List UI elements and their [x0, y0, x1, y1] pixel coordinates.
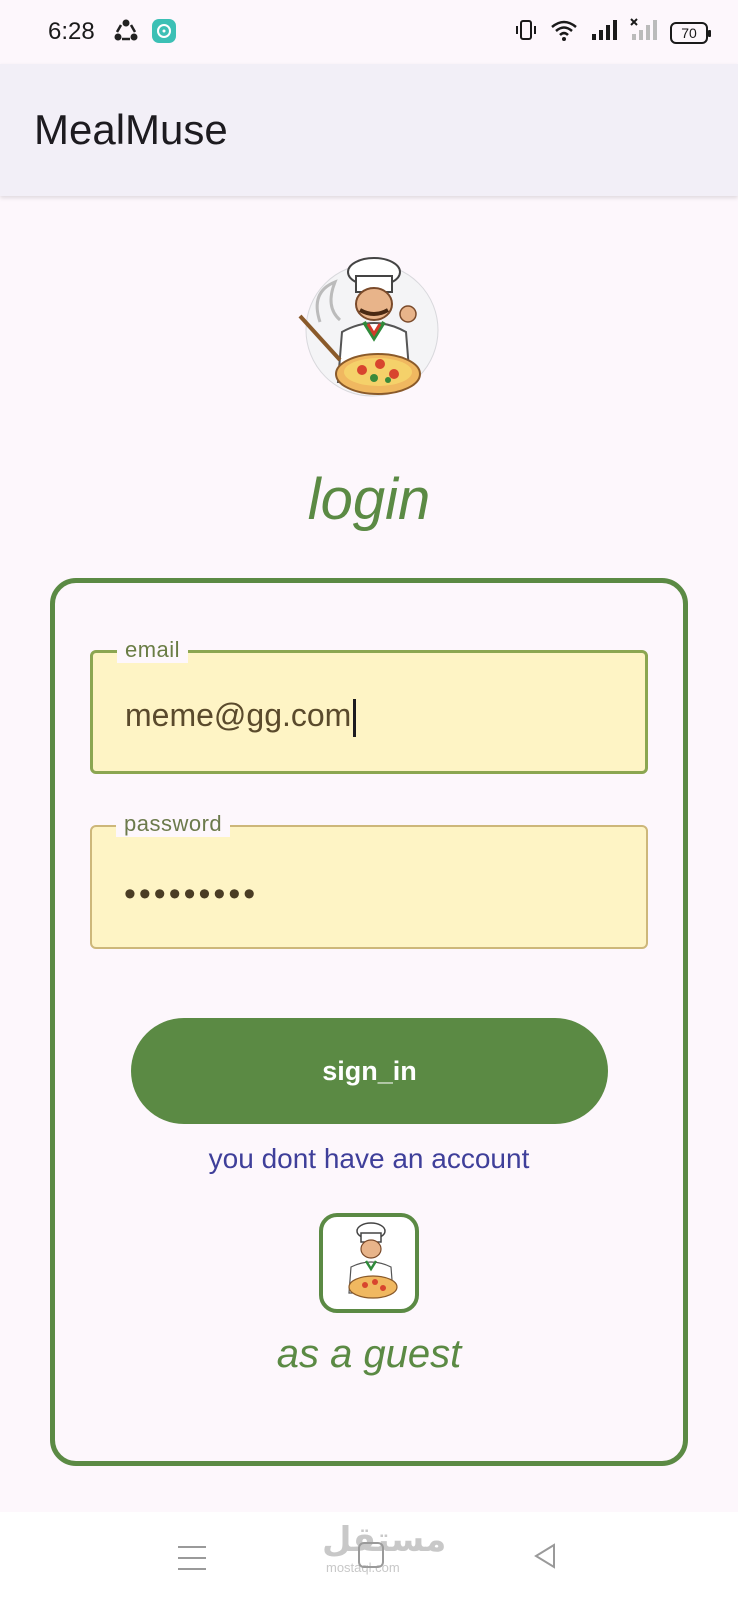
watermark-logo: مستقل — [322, 1521, 447, 1559]
signal-no-service-icon — [630, 18, 658, 47]
status-time: 6:28 — [48, 18, 95, 45]
wifi-icon — [550, 18, 578, 47]
email-field[interactable]: email meme@gg.com — [90, 637, 648, 774]
chef-logo-image — [290, 252, 450, 412]
chat-app-icon — [150, 17, 178, 45]
chef-guest-icon — [348, 1222, 398, 1299]
battery-indicator: 70 — [670, 21, 711, 44]
password-field[interactable]: password ••••••••• — [90, 811, 648, 949]
sign-in-label: sign_in — [322, 1055, 417, 1086]
app-title: MealMuse — [34, 106, 228, 153]
status-left-icons — [112, 17, 178, 45]
signup-link[interactable]: you dont have an account — [0, 1143, 738, 1175]
status-bar: 6:28 70 — [0, 0, 738, 64]
home-icon[interactable] — [358, 1542, 384, 1568]
email-input[interactable]: meme@gg.com — [125, 697, 357, 737]
guest-button[interactable] — [319, 1213, 419, 1313]
sync-icon — [112, 17, 140, 45]
guest-label: as a guest — [276, 1332, 462, 1376]
system-nav-bar: مستقل mostaql.com — [0, 1512, 738, 1600]
app-bar: MealMuse — [0, 64, 738, 196]
sign-in-button[interactable]: sign_in — [131, 1018, 608, 1124]
back-icon[interactable] — [532, 1542, 558, 1575]
password-input[interactable]: ••••••••• — [124, 875, 258, 914]
login-title: login — [307, 467, 431, 532]
password-label: password — [116, 811, 231, 837]
text-cursor — [353, 698, 357, 737]
vibrate-icon — [514, 18, 538, 47]
email-value: meme@gg.com — [125, 697, 352, 733]
signal-icon — [590, 18, 618, 47]
status-right-icons: 70 — [514, 18, 711, 47]
menu-icon[interactable] — [178, 1546, 206, 1579]
email-label: email — [117, 637, 189, 663]
